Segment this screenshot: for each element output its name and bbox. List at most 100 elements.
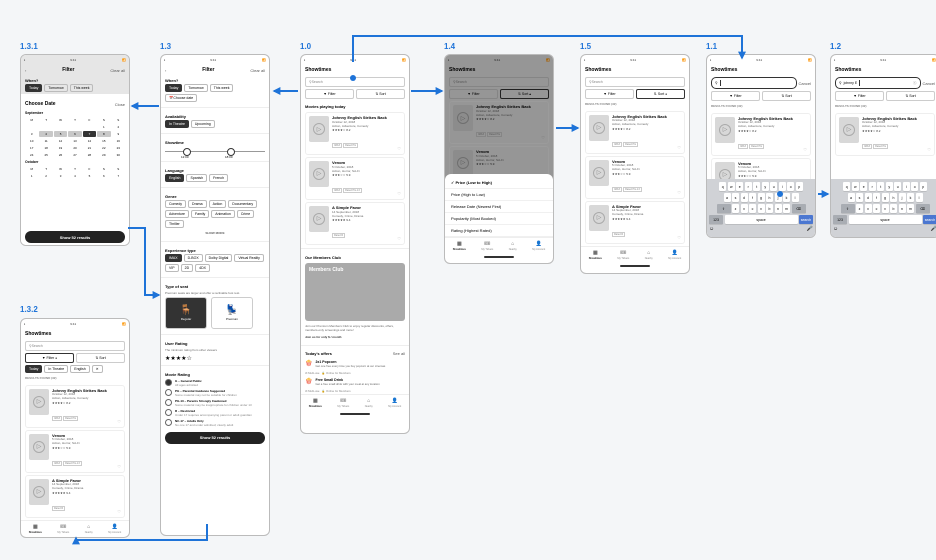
movie-card[interactable]: Johnny English Strikes Back October 12, … [305, 112, 405, 155]
key[interactable]: x [741, 204, 748, 213]
heart-icon[interactable]: ♡ [117, 509, 121, 514]
movie-card[interactable]: Venom 5 October, 2018 Action, Horror, Sc… [585, 156, 685, 199]
choose-date-chip[interactable]: 📅 Choose date [165, 94, 197, 102]
show-more-button[interactable]: SHOW MORE [161, 230, 269, 238]
key[interactable]: n [899, 204, 906, 213]
genre-chip[interactable]: Action [209, 200, 227, 208]
key[interactable]: c [749, 204, 756, 213]
heart-icon[interactable]: ♡ [117, 419, 121, 424]
key[interactable]: j [775, 193, 782, 202]
heart-icon[interactable]: ♡ [927, 147, 931, 152]
key[interactable]: h [766, 193, 773, 202]
exp-chip[interactable]: 4DX [195, 264, 210, 272]
key[interactable]: q [843, 182, 850, 191]
cancel-button[interactable]: Cancel [799, 81, 811, 86]
key[interactable]: g [882, 193, 889, 202]
filter-button[interactable]: ▼Filter [305, 89, 354, 99]
lang-chip[interactable]: French [209, 174, 228, 182]
tab-nearby[interactable]: ⌂Nearby [365, 398, 373, 408]
heart-icon[interactable]: ♡ [397, 236, 401, 241]
lang-chip[interactable]: English [165, 174, 184, 182]
key[interactable]: a [848, 193, 855, 202]
sort-option[interactable]: Release Date (Newest First) [445, 201, 553, 213]
movie-card[interactable]: A Simple Favor 14 September, 2018 Comedy… [305, 202, 405, 245]
key[interactable]: b [890, 204, 897, 213]
show-results-button[interactable]: Show 52 results [165, 432, 265, 444]
key[interactable]: y [762, 182, 769, 191]
seat-premium[interactable]: 💺Premium [211, 297, 253, 329]
offer-item[interactable]: 🍿2x1 PopcornGet one free every time you … [301, 358, 409, 370]
keyboard[interactable]: qwertyuiopasdfghjkl⇧zxcvbnm⌫ 123 space s… [707, 179, 815, 237]
key[interactable]: s [732, 193, 739, 202]
back-icon[interactable]: ‹ [25, 68, 26, 73]
key[interactable]: r [745, 182, 752, 191]
movie-card[interactable]: A Simple Favor 14 September, 2018 Comedy… [25, 475, 125, 518]
clear-all-button[interactable]: Clear all [250, 68, 265, 73]
key[interactable]: l [916, 193, 923, 202]
key[interactable]: s [856, 193, 863, 202]
showtime-range-slider[interactable]: 12:00 18:00 [165, 148, 265, 158]
sort-option[interactable]: Popularity (Most Booked) [445, 213, 553, 225]
chip-today[interactable]: Today [25, 84, 42, 92]
key[interactable]: u [770, 182, 777, 191]
rating-radio[interactable]: R – RestrictedUnder 17 requires accompan… [161, 408, 269, 418]
key[interactable]: o [911, 182, 918, 191]
movie-card[interactable]: Johnny English Strikes Back October 12, … [835, 113, 935, 156]
key[interactable]: p [920, 182, 927, 191]
exp-chip[interactable]: D-BOX [184, 254, 203, 262]
heart-icon[interactable]: ♡ [397, 191, 401, 196]
show-results-button[interactable]: Show 52 results [25, 231, 125, 243]
exp-chip[interactable]: VIP [165, 264, 179, 272]
key[interactable]: i [779, 182, 786, 191]
exp-chip[interactable]: 2D [181, 264, 193, 272]
heart-icon[interactable]: ♡ [117, 464, 121, 469]
key[interactable]: d [741, 193, 748, 202]
key[interactable]: n [775, 204, 782, 213]
heart-icon[interactable]: ♡ [677, 235, 681, 240]
key[interactable]: d [865, 193, 872, 202]
genre-chip[interactable]: Animation [211, 210, 235, 218]
key[interactable]: t [753, 182, 760, 191]
see-all-link[interactable]: See all [393, 351, 405, 356]
search-input[interactable]: ⚲johnny Eⓧ [835, 77, 921, 89]
movie-card[interactable]: Johnny English Strikes Back October 12, … [25, 385, 125, 428]
key[interactable]: x [865, 204, 872, 213]
rating-radio[interactable]: G – General PublicAll ages admitted [161, 378, 269, 388]
key[interactable]: c [873, 204, 880, 213]
genre-chip[interactable]: Comedy [165, 200, 186, 208]
genre-chip[interactable]: Adventure [165, 210, 189, 218]
key[interactable]: k [907, 193, 914, 202]
key[interactable]: o [787, 182, 794, 191]
sort-option[interactable]: Rating (Highest Rated) [445, 225, 553, 237]
key[interactable]: m [783, 204, 790, 213]
key[interactable]: f [873, 193, 880, 202]
tab-showtimes[interactable]: ▦Showtimes [309, 398, 322, 408]
tab-tickets[interactable]: 🎟My Tickets [337, 398, 349, 408]
key[interactable]: r [869, 182, 876, 191]
lang-chip[interactable]: Spanish [186, 174, 207, 182]
key[interactable]: j [899, 193, 906, 202]
key[interactable]: g [758, 193, 765, 202]
key[interactable]: k [783, 193, 790, 202]
key[interactable]: m [907, 204, 914, 213]
user-rating-stars[interactable]: ★★★★☆ [161, 355, 269, 362]
rating-radio[interactable]: PG – Parental Guidance SuggestedSome mat… [161, 388, 269, 398]
exp-chip[interactable]: Virtual Reality [234, 254, 264, 262]
exp-chip[interactable]: Dolby Digital [205, 254, 233, 262]
genre-chip[interactable]: Family [191, 210, 209, 218]
movie-card[interactable]: A Simple Favor 14 September, 2018 Comedy… [585, 201, 685, 244]
sort-button[interactable]: ⇅Sort [356, 89, 405, 99]
exp-chip[interactable]: IMAX [165, 254, 182, 262]
key[interactable]: v [758, 204, 765, 213]
key[interactable]: a [724, 193, 731, 202]
heart-icon[interactable]: ♡ [677, 145, 681, 150]
search-input[interactable]: ⚲ [711, 77, 797, 89]
key[interactable]: u [894, 182, 901, 191]
rating-radio[interactable]: NC-17 – Adults OnlyNo one 17 and under a… [161, 418, 269, 428]
key[interactable]: w [728, 182, 735, 191]
key[interactable]: i [903, 182, 910, 191]
genre-chip[interactable]: Thriller [165, 220, 184, 228]
close-button[interactable]: Close [115, 102, 125, 107]
key[interactable]: l [792, 193, 799, 202]
key[interactable]: z [856, 204, 863, 213]
